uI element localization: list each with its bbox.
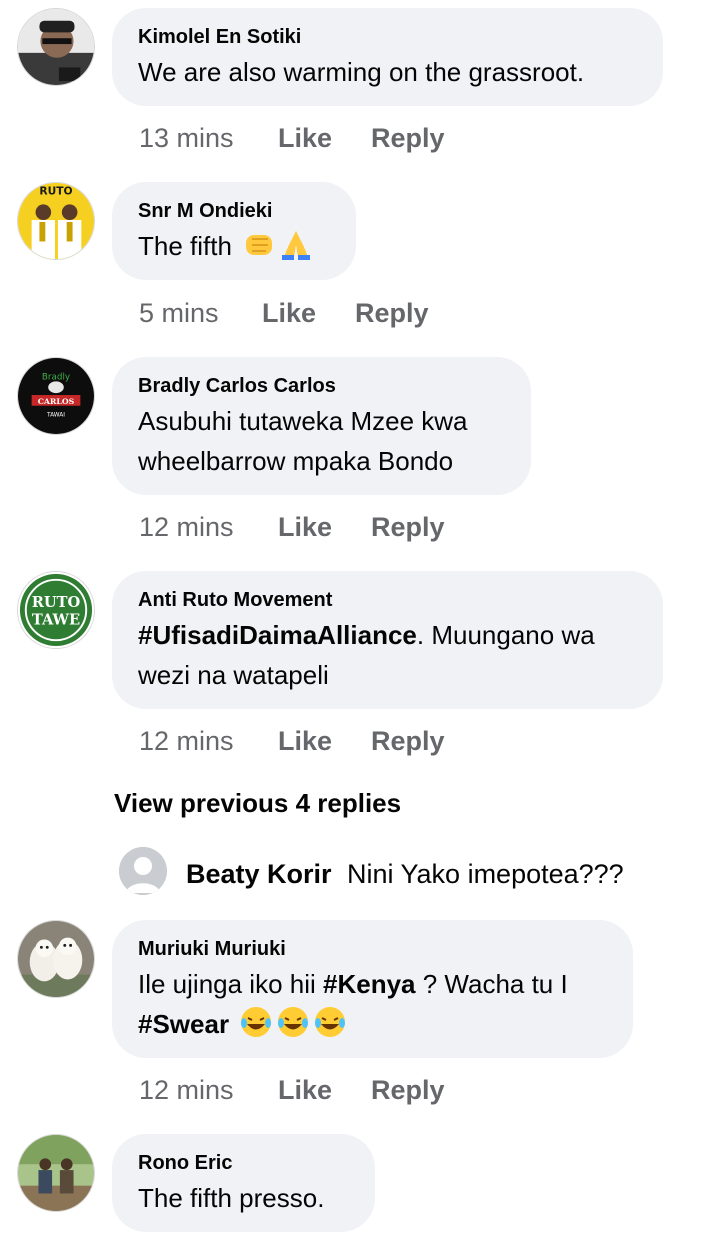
comment-time: 12 mins [139, 512, 234, 542]
reply-text: Nini Yako imepotea??? [347, 859, 624, 889]
comment-actions: 12 mins Like Reply [139, 725, 445, 757]
comment-bubble: Kimolel En Sotiki We are also warming on… [112, 8, 663, 106]
reply-button[interactable]: Reply [355, 297, 429, 329]
avatar-logo-text: RUTO [32, 594, 81, 611]
default-avatar-icon [119, 847, 167, 895]
reply-button[interactable]: Reply [371, 1074, 445, 1106]
reply-button[interactable]: Reply [371, 511, 445, 543]
comment-text: The fifth [138, 226, 328, 272]
like-button[interactable]: Like [262, 297, 355, 329]
hashtag-link[interactable]: #Kenya [323, 969, 416, 999]
comment-text-line: Asubuhi tutaweka Mzee kwa [138, 406, 468, 436]
avatar-logo-text: CARLOS [38, 397, 75, 406]
hashtag-link[interactable]: #UfisadiDaimaAlliance [138, 620, 417, 650]
comment-time: 12 mins [139, 1075, 234, 1105]
comment-text-content: The fifth [138, 231, 232, 261]
comment-text-content: Ile ujinga iko hii [138, 969, 323, 999]
view-previous-replies-link[interactable]: View previous 4 replies [114, 788, 401, 819]
avatar[interactable] [17, 1134, 95, 1212]
avatar[interactable] [17, 920, 95, 998]
avatar-logo-text: RUTO [39, 185, 72, 198]
avatar[interactable]: RUTO [17, 182, 95, 260]
comment-actions: 13 mins Like Reply [139, 122, 445, 154]
oncoming-fist-emoji [242, 227, 276, 272]
hashtag-link[interactable]: #Swear [138, 1009, 229, 1039]
avatar[interactable]: Bradly CARLOS TAWAI [17, 357, 95, 435]
comment-author[interactable]: Bradly Carlos Carlos [138, 373, 503, 399]
comment-text-content: . Muungano wa [416, 620, 595, 650]
comment-author[interactable]: Muriuki Muriuki [138, 936, 605, 962]
avatar-logo-text: TAWE [32, 612, 80, 629]
avatar[interactable] [17, 8, 95, 86]
comment-time: 13 mins [139, 123, 234, 153]
laughing-tears-emoji [313, 1005, 347, 1050]
avatar[interactable]: RUTO TAWE [17, 571, 95, 649]
comment-bubble: Bradly Carlos Carlos Asubuhi tutaweka Mz… [112, 357, 531, 495]
comment-text-line: wezi na watapeli [138, 660, 329, 690]
reply-preview[interactable]: Beaty Korir Nini Yako imepotea??? [119, 847, 719, 897]
comment-bubble: Rono Eric The fifth presso. [112, 1134, 375, 1232]
comment-bubble: Snr M Ondieki The fifth [112, 182, 356, 280]
comment-text-content: ? Wacha tu I [415, 969, 568, 999]
comment-actions: 12 mins Like Reply [139, 1074, 445, 1106]
reply-author[interactable]: Beaty Korir [186, 859, 332, 890]
laughing-tears-emoji [239, 1005, 273, 1050]
comment-actions: 5 mins Like Reply [139, 297, 429, 329]
like-button[interactable]: Like [278, 122, 371, 154]
avatar-logo-text: TAWAI [46, 412, 65, 418]
comment-author[interactable]: Anti Ruto Movement [138, 587, 635, 613]
folded-hands-emoji [279, 227, 313, 272]
comment-author[interactable]: Snr M Ondieki [138, 198, 328, 224]
reply-button[interactable]: Reply [371, 725, 445, 757]
comment-text: We are also warming on the grassroot. [138, 57, 585, 87]
like-button[interactable]: Like [278, 725, 371, 757]
comment-bubble: Anti Ruto Movement #UfisadiDaimaAlliance… [112, 571, 663, 709]
comment-text: #UfisadiDaimaAlliance. Muungano wa wezi … [138, 615, 635, 695]
comment-actions: 12 mins Like Reply [139, 511, 445, 543]
comment-author[interactable]: Kimolel En Sotiki [138, 24, 635, 50]
avatar-logo-text: Bradly [42, 372, 70, 382]
comment-bubble: Muriuki Muriuki Ile ujinga iko hii #Keny… [112, 920, 633, 1058]
comment-time: 5 mins [139, 298, 219, 328]
comment-text: Asubuhi tutaweka Mzee kwa wheelbarrow mp… [138, 401, 503, 481]
like-button[interactable]: Like [278, 511, 371, 543]
reply-button[interactable]: Reply [371, 122, 445, 154]
comment-text: Ile ujinga iko hii #Kenya ? Wacha tu I #… [138, 964, 605, 1050]
comment-author[interactable]: Rono Eric [138, 1150, 347, 1176]
like-button[interactable]: Like [278, 1074, 371, 1106]
comment-time: 12 mins [139, 726, 234, 756]
comment-text: The fifth presso. [138, 1183, 325, 1213]
laughing-tears-emoji [276, 1005, 310, 1050]
comment-text-line: wheelbarrow mpaka Bondo [138, 446, 454, 476]
